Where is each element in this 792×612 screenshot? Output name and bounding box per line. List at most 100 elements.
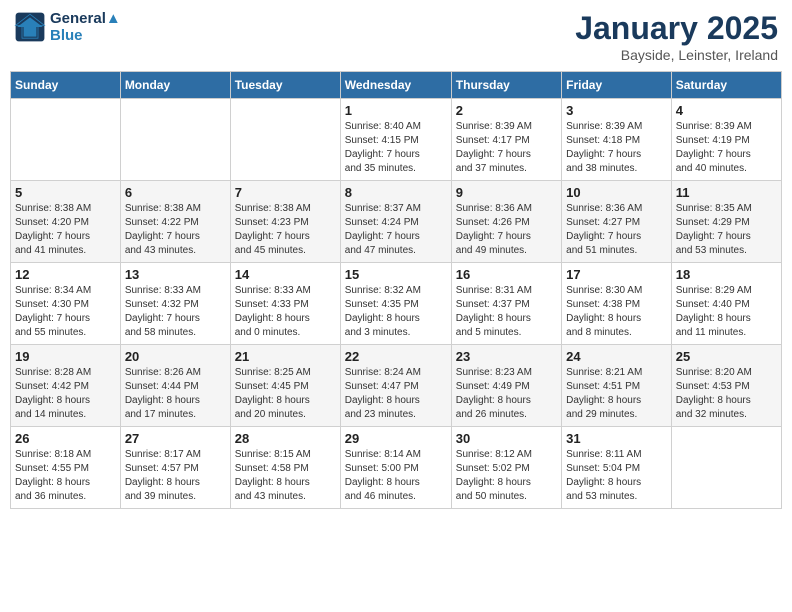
day-number: 12 [15, 267, 116, 282]
day-info-line: Sunset: 4:19 PM [676, 134, 777, 148]
calendar-cell: 10Sunrise: 8:36 AMSunset: 4:27 PMDayligh… [562, 181, 672, 263]
day-info-line: and 47 minutes. [345, 244, 447, 258]
day-info-line: and 8 minutes. [566, 326, 667, 340]
day-info-line: Sunset: 4:37 PM [456, 298, 557, 312]
weekday-header-sunday: Sunday [11, 72, 121, 99]
day-info-line: Sunset: 5:00 PM [345, 462, 447, 476]
calendar-table: SundayMondayTuesdayWednesdayThursdayFrid… [10, 71, 782, 509]
calendar-cell: 28Sunrise: 8:15 AMSunset: 4:58 PMDayligh… [230, 427, 340, 509]
day-info-line: Sunset: 4:24 PM [345, 216, 447, 230]
day-number: 17 [566, 267, 667, 282]
day-info-line: and 40 minutes. [676, 162, 777, 176]
day-info-line: Sunset: 4:57 PM [125, 462, 226, 476]
day-info-line: Sunset: 5:02 PM [456, 462, 557, 476]
day-number: 5 [15, 185, 116, 200]
calendar-cell: 12Sunrise: 8:34 AMSunset: 4:30 PMDayligh… [11, 263, 121, 345]
day-info-line: Sunrise: 8:21 AM [566, 366, 667, 380]
day-info-line: Daylight: 7 hours [15, 230, 116, 244]
day-info-line: Daylight: 7 hours [566, 230, 667, 244]
day-info-line: Sunrise: 8:36 AM [456, 202, 557, 216]
day-info-line: Sunrise: 8:32 AM [345, 284, 447, 298]
day-info-line: Daylight: 8 hours [15, 476, 116, 490]
calendar-cell: 24Sunrise: 8:21 AMSunset: 4:51 PMDayligh… [562, 345, 672, 427]
logo-text: General▲ Blue [50, 10, 121, 44]
day-info-line: Sunset: 4:32 PM [125, 298, 226, 312]
day-info-line: Sunrise: 8:30 AM [566, 284, 667, 298]
day-number: 30 [456, 431, 557, 446]
day-info-line: Sunrise: 8:33 AM [125, 284, 226, 298]
day-info-line: Sunrise: 8:25 AM [235, 366, 336, 380]
weekday-header-monday: Monday [120, 72, 230, 99]
calendar-cell: 23Sunrise: 8:23 AMSunset: 4:49 PMDayligh… [451, 345, 561, 427]
calendar-cell: 13Sunrise: 8:33 AMSunset: 4:32 PMDayligh… [120, 263, 230, 345]
day-info-line: and 43 minutes. [125, 244, 226, 258]
day-info-line: Sunset: 4:20 PM [15, 216, 116, 230]
day-info-line: Sunset: 4:17 PM [456, 134, 557, 148]
day-number: 18 [676, 267, 777, 282]
day-number: 2 [456, 103, 557, 118]
day-number: 27 [125, 431, 226, 446]
day-info-line: Sunset: 4:26 PM [456, 216, 557, 230]
day-info-line: Daylight: 7 hours [345, 148, 447, 162]
weekday-header-wednesday: Wednesday [340, 72, 451, 99]
calendar-cell [671, 427, 781, 509]
day-info-line: Sunset: 4:18 PM [566, 134, 667, 148]
day-info-line: Daylight: 8 hours [566, 394, 667, 408]
calendar-cell [120, 99, 230, 181]
day-info-line: Sunrise: 8:40 AM [345, 120, 447, 134]
calendar-cell: 31Sunrise: 8:11 AMSunset: 5:04 PMDayligh… [562, 427, 672, 509]
calendar-cell: 14Sunrise: 8:33 AMSunset: 4:33 PMDayligh… [230, 263, 340, 345]
day-info-line: Daylight: 8 hours [566, 312, 667, 326]
day-number: 31 [566, 431, 667, 446]
weekday-header-friday: Friday [562, 72, 672, 99]
day-info-line: Daylight: 8 hours [566, 476, 667, 490]
day-info-line: and 36 minutes. [15, 490, 116, 504]
day-info-line: and 45 minutes. [235, 244, 336, 258]
title-section: January 2025 Bayside, Leinster, Ireland [575, 10, 778, 63]
day-info-line: Sunrise: 8:39 AM [676, 120, 777, 134]
day-info-line: Sunrise: 8:31 AM [456, 284, 557, 298]
calendar-cell: 11Sunrise: 8:35 AMSunset: 4:29 PMDayligh… [671, 181, 781, 263]
day-info-line: Daylight: 7 hours [345, 230, 447, 244]
day-info-line: Sunrise: 8:34 AM [15, 284, 116, 298]
day-number: 6 [125, 185, 226, 200]
day-info-line: and 51 minutes. [566, 244, 667, 258]
day-info-line: and 32 minutes. [676, 408, 777, 422]
day-number: 25 [676, 349, 777, 364]
day-number: 23 [456, 349, 557, 364]
day-number: 14 [235, 267, 336, 282]
calendar-cell: 29Sunrise: 8:14 AMSunset: 5:00 PMDayligh… [340, 427, 451, 509]
calendar-cell: 21Sunrise: 8:25 AMSunset: 4:45 PMDayligh… [230, 345, 340, 427]
day-info-line: Daylight: 7 hours [566, 148, 667, 162]
day-number: 24 [566, 349, 667, 364]
day-info-line: and 29 minutes. [566, 408, 667, 422]
calendar-cell: 1Sunrise: 8:40 AMSunset: 4:15 PMDaylight… [340, 99, 451, 181]
day-info-line: Sunset: 4:33 PM [235, 298, 336, 312]
day-info-line: Daylight: 8 hours [676, 394, 777, 408]
day-info-line: Sunrise: 8:14 AM [345, 448, 447, 462]
day-number: 7 [235, 185, 336, 200]
calendar-cell: 27Sunrise: 8:17 AMSunset: 4:57 PMDayligh… [120, 427, 230, 509]
day-info-line: and 46 minutes. [345, 490, 447, 504]
calendar-cell: 19Sunrise: 8:28 AMSunset: 4:42 PMDayligh… [11, 345, 121, 427]
calendar-cell: 8Sunrise: 8:37 AMSunset: 4:24 PMDaylight… [340, 181, 451, 263]
day-number: 19 [15, 349, 116, 364]
weekday-header-tuesday: Tuesday [230, 72, 340, 99]
day-info-line: Sunset: 4:38 PM [566, 298, 667, 312]
day-info-line: and 39 minutes. [125, 490, 226, 504]
calendar-cell: 18Sunrise: 8:29 AMSunset: 4:40 PMDayligh… [671, 263, 781, 345]
day-info-line: Daylight: 8 hours [456, 312, 557, 326]
day-number: 20 [125, 349, 226, 364]
day-info-line: Daylight: 7 hours [456, 230, 557, 244]
day-info-line: Sunrise: 8:15 AM [235, 448, 336, 462]
calendar-cell: 4Sunrise: 8:39 AMSunset: 4:19 PMDaylight… [671, 99, 781, 181]
day-number: 1 [345, 103, 447, 118]
day-info-line: Daylight: 8 hours [456, 394, 557, 408]
day-info-line: and 35 minutes. [345, 162, 447, 176]
day-info-line: and 53 minutes. [566, 490, 667, 504]
day-info-line: and 23 minutes. [345, 408, 447, 422]
day-info-line: Daylight: 8 hours [456, 476, 557, 490]
day-info-line: Sunrise: 8:18 AM [15, 448, 116, 462]
calendar-cell: 20Sunrise: 8:26 AMSunset: 4:44 PMDayligh… [120, 345, 230, 427]
calendar-cell: 3Sunrise: 8:39 AMSunset: 4:18 PMDaylight… [562, 99, 672, 181]
